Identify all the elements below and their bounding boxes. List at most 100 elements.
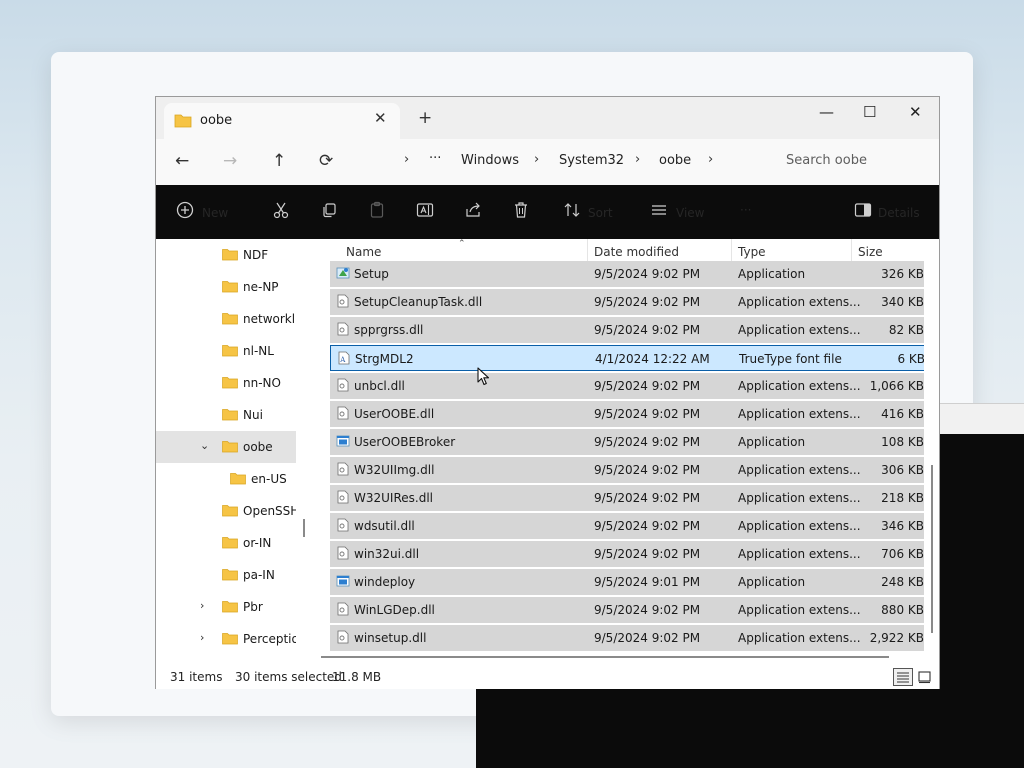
- command-toolbar: New Sort View ··· Details: [156, 185, 939, 239]
- share-icon: [466, 202, 480, 217]
- file-row[interactable]: Setup 9/5/2024 9:02 PM Application 326 KB: [330, 261, 924, 287]
- column-header-name[interactable]: Name: [346, 245, 381, 259]
- sidebar-item-openssh[interactable]: OpenSSH: [156, 495, 296, 527]
- breadcrumb-oobe[interactable]: oobe: [659, 153, 691, 168]
- selected-count: 30 items selected: [235, 670, 342, 684]
- file-date-modified: 9/5/2024 9:02 PM: [594, 435, 701, 449]
- file-type: Application: [738, 267, 806, 281]
- back-button[interactable]: ←: [175, 151, 189, 171]
- chevron-right-icon[interactable]: ›: [200, 631, 204, 644]
- sidebar-item-label: NDF: [243, 248, 269, 262]
- file-row[interactable]: A StrgMDL2 4/1/2024 12:22 AM TrueType font …: [330, 345, 924, 371]
- sort-icon: [564, 203, 580, 217]
- file-size: 108 KB: [881, 435, 924, 449]
- sidebar-item-pbr[interactable]: › Pbr: [156, 591, 296, 623]
- sidebar-item-or-in[interactable]: or-IN: [156, 527, 296, 559]
- chevron-right-icon[interactable]: ›: [200, 599, 204, 612]
- file-row[interactable]: SetupCleanupTask.dll 9/5/2024 9:02 PM Appl…: [330, 289, 924, 315]
- close-window-button[interactable]: ✕: [909, 103, 922, 121]
- column-header-date[interactable]: Date modified: [594, 245, 679, 259]
- search-input[interactable]: Search oobe: [786, 153, 867, 168]
- sidebar-item-nn-no[interactable]: nn-NO: [156, 367, 296, 399]
- file-row[interactable]: spprgrss.dll 9/5/2024 9:02 PM Application …: [330, 317, 924, 343]
- sidebar-item-ne-np[interactable]: ne-NP: [156, 271, 296, 303]
- sidebar-item-networklist[interactable]: networklist: [156, 303, 296, 335]
- maximize-button[interactable]: ☐: [863, 103, 876, 121]
- file-list-horizontal-scrollbar[interactable]: [321, 656, 889, 658]
- file-name: StrgMDL2: [355, 352, 414, 366]
- file-size: 416 KB: [881, 407, 924, 421]
- file-row[interactable]: WinLGDep.dll 9/5/2024 9:02 PM Application …: [330, 597, 924, 623]
- forward-button[interactable]: →: [223, 151, 237, 171]
- chevron-down-icon[interactable]: ⌄: [200, 439, 209, 452]
- file-date-modified: 9/5/2024 9:02 PM: [594, 463, 701, 477]
- sidebar-item-label: OpenSSH: [243, 504, 296, 518]
- sidebar-item-nui[interactable]: Nui: [156, 399, 296, 431]
- view-list-icon: [652, 205, 666, 215]
- sidebar-item-pa-in[interactable]: pa-IN: [156, 559, 296, 591]
- file-row[interactable]: UserOOBEBroker 9/5/2024 9:02 PM Applicatio…: [330, 429, 924, 455]
- sort-button[interactable]: [563, 201, 581, 222]
- copy-button[interactable]: [320, 201, 338, 222]
- folder-icon: [222, 376, 238, 392]
- file-row[interactable]: W32UIImg.dll 9/5/2024 9:02 PM Application …: [330, 457, 924, 483]
- rename-button[interactable]: [416, 201, 434, 222]
- file-name: UserOOBEBroker: [354, 435, 456, 449]
- navigation-scrollbar[interactable]: [303, 519, 305, 537]
- selected-size: 11.8 MB: [332, 670, 382, 684]
- file-name: Setup: [354, 267, 389, 281]
- up-button[interactable]: ↑: [272, 151, 286, 171]
- paste-button[interactable]: [368, 201, 386, 222]
- folder-icon: [222, 280, 238, 296]
- file-row[interactable]: unbcl.dll 9/5/2024 9:02 PM Application ext…: [330, 373, 924, 399]
- folder-icon: [230, 472, 246, 488]
- dll-icon: [336, 602, 350, 619]
- sidebar-item-perception[interactable]: › Perception: [156, 623, 296, 655]
- breadcrumb-overflow-button[interactable]: ···: [429, 151, 441, 166]
- sidebar-item-ndf[interactable]: NDF: [156, 239, 296, 271]
- file-type: Application extens...: [738, 603, 861, 617]
- column-header-type[interactable]: Type: [738, 245, 766, 259]
- file-size: 1,066 KB: [869, 379, 924, 393]
- file-date-modified: 9/5/2024 9:02 PM: [594, 407, 701, 421]
- details-view-button[interactable]: [893, 668, 913, 686]
- file-date-modified: 9/5/2024 9:02 PM: [594, 267, 701, 281]
- close-tab-icon[interactable]: ✕: [374, 109, 387, 127]
- details-button[interactable]: [854, 201, 872, 222]
- share-button[interactable]: [464, 201, 482, 222]
- refresh-button[interactable]: ⟳: [319, 151, 333, 171]
- delete-button[interactable]: [512, 201, 530, 222]
- file-row[interactable]: UserOOBE.dll 9/5/2024 9:02 PM Application …: [330, 401, 924, 427]
- cut-button[interactable]: [272, 201, 290, 222]
- breadcrumb-separator: ›: [404, 152, 410, 167]
- folder-icon: [222, 600, 238, 616]
- file-row[interactable]: W32UIRes.dll 9/5/2024 9:02 PM Application …: [330, 485, 924, 511]
- dll-icon: [336, 518, 350, 535]
- file-explorer-window: oobe ✕ + — ☐ ✕ ← → ↑ ⟳ › ··· Windows › S…: [155, 96, 940, 689]
- tab-oobe[interactable]: oobe ✕: [164, 103, 400, 139]
- file-size: 6 KB: [897, 352, 924, 366]
- file-type: Application extens...: [738, 491, 861, 505]
- minimize-button[interactable]: —: [819, 103, 834, 121]
- breadcrumb-windows[interactable]: Windows: [461, 153, 519, 168]
- file-list-vertical-scrollbar[interactable]: [931, 465, 933, 633]
- navigation-pane: NDF ne-NP networklist nl-NL nn-NO Nui ⌄ oobe en-…: [156, 239, 296, 665]
- file-row[interactable]: winsetup.dll 9/5/2024 9:02 PM Application …: [330, 625, 924, 651]
- column-header-size[interactable]: Size: [858, 245, 883, 259]
- tiles-view-button[interactable]: [915, 668, 935, 686]
- new-tab-button[interactable]: +: [418, 108, 432, 128]
- file-row[interactable]: win32ui.dll 9/5/2024 9:02 PM Application e…: [330, 541, 924, 567]
- file-type: Application extens...: [738, 519, 861, 533]
- new-button[interactable]: [176, 201, 194, 222]
- file-row[interactable]: windeploy 9/5/2024 9:01 PM Application 248 …: [330, 569, 924, 595]
- file-date-modified: 9/5/2024 9:02 PM: [594, 491, 701, 505]
- file-row[interactable]: wdsutil.dll 9/5/2024 9:02 PM Application e…: [330, 513, 924, 539]
- dll-icon: [336, 546, 350, 563]
- sidebar-item-nl-nl[interactable]: nl-NL: [156, 335, 296, 367]
- sidebar-item-en-us[interactable]: en-US: [156, 463, 296, 495]
- see-more-button[interactable]: ···: [740, 203, 751, 217]
- breadcrumb-system32[interactable]: System32: [559, 153, 624, 168]
- sidebar-item-oobe[interactable]: ⌄ oobe: [156, 431, 296, 463]
- sidebar-item-label: Perception: [243, 632, 296, 646]
- view-button[interactable]: [650, 201, 668, 222]
